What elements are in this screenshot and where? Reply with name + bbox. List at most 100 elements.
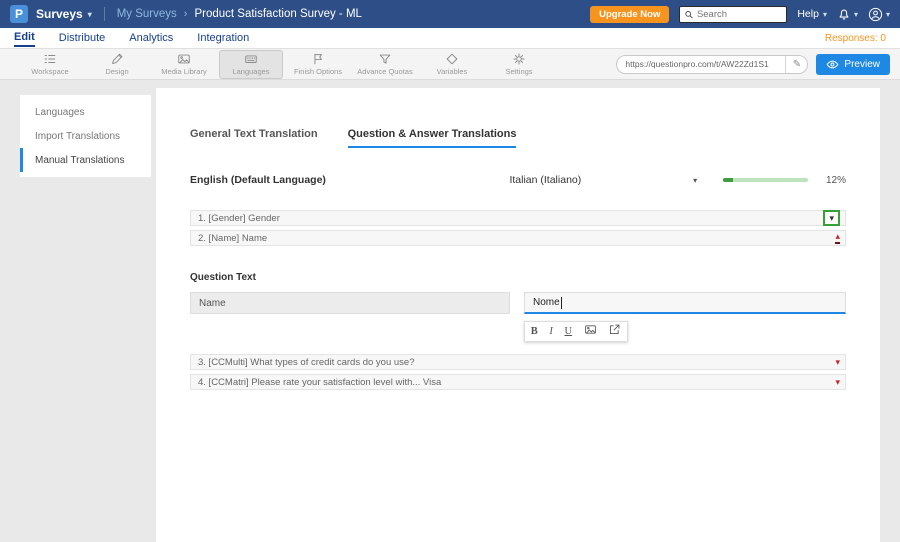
chevron-down-icon: ▾ [822, 9, 827, 19]
question-text-label: Question Text [190, 272, 256, 283]
chevron-down-icon: ▾ [885, 9, 890, 19]
caret-down-icon: ▾ [829, 213, 834, 223]
chevron-down-icon: ▾ [693, 175, 698, 185]
question-label: 2. [Name] Name [198, 232, 268, 244]
question-label: 4. [CCMatri] Please rate your satisfacti… [198, 376, 442, 388]
top-navigation-bar: P Surveys ▾ My Surveys › Product Satisfa… [0, 0, 900, 28]
responses-count: Responses: 0 [824, 32, 886, 44]
external-link-icon [610, 324, 620, 334]
target-text-input[interactable]: Nome [524, 292, 846, 314]
pencil-icon: ✎ [792, 58, 802, 70]
tab-edit[interactable]: Edit [14, 29, 35, 47]
tab-distribute[interactable]: Distribute [59, 30, 105, 46]
toolbar-right: ✎ Preview [616, 53, 890, 75]
surveys-menu[interactable]: Surveys ▾ [36, 7, 105, 21]
tab-analytics[interactable]: Analytics [129, 30, 173, 46]
toolbar-item-workspace[interactable]: Workspace [18, 50, 82, 79]
advance-quotas-icon [379, 54, 391, 64]
insert-link-button[interactable] [608, 323, 621, 341]
breadcrumb-separator-icon: › [183, 8, 188, 20]
help-menu[interactable]: Help ▾ [797, 8, 827, 20]
underline-button[interactable]: U [564, 326, 572, 337]
upgrade-now-button[interactable]: Upgrade Now [590, 5, 670, 23]
survey-url-pill: ✎ [616, 54, 809, 74]
caret-up-icon: ▴ [835, 231, 840, 241]
edit-toolbar: Workspace Design Media Library Languages… [0, 49, 900, 80]
translations-sidebar: Languages Import Translations Manual Tra… [20, 95, 151, 177]
toolbar-item-media-library[interactable]: Media Library [152, 50, 216, 79]
collapse-question-button[interactable]: ▴ [835, 232, 840, 244]
section-menu-bar: Edit Distribute Analytics Integration Re… [0, 28, 900, 49]
breadcrumb-my-surveys[interactable]: My Surveys [117, 8, 177, 20]
italic-button[interactable]: I [549, 326, 553, 337]
expand-question-button-focused[interactable]: ▾ [823, 210, 840, 226]
settings-gear-icon [513, 53, 525, 65]
breadcrumb-current-survey: Product Satisfaction Survey - ML [194, 8, 362, 20]
search-icon [685, 10, 694, 18]
toolbar-item-variables[interactable]: Variables [420, 50, 484, 79]
workspace-icon [44, 55, 56, 63]
caret-down-icon: ▾ [835, 376, 840, 387]
toolbar-item-advance-quotas[interactable]: Advance Quotas [353, 50, 417, 79]
question-label: 3. [CCMulti] What types of credit cards … [198, 356, 415, 368]
chevron-down-icon: ▾ [853, 9, 858, 19]
translation-input-row: Name Nome [190, 292, 846, 314]
sidebar-item-import-translations[interactable]: Import Translations [20, 124, 151, 148]
search-input[interactable] [696, 8, 783, 20]
preview-button[interactable]: Preview [816, 53, 890, 75]
image-icon [584, 324, 596, 334]
help-label: Help [797, 8, 819, 20]
translation-progress-fill [723, 178, 734, 182]
tab-general-text-translation[interactable]: General Text Translation [190, 128, 318, 148]
toolbar-item-finish-options[interactable]: Finish Options [286, 50, 350, 79]
source-language-label: English (Default Language) [190, 174, 326, 186]
text-cursor [560, 296, 562, 309]
breadcrumb: My Surveys › Product Satisfaction Survey… [117, 8, 362, 20]
target-text-value: Nome [533, 297, 560, 308]
toolbar-item-design[interactable]: Design [85, 50, 149, 79]
insert-image-button[interactable] [584, 323, 597, 341]
translation-progress-percent: 12% [825, 174, 846, 186]
sidebar-item-manual-translations[interactable]: Manual Translations [20, 148, 151, 172]
user-avatar-icon [868, 7, 883, 21]
toolbar-items: Workspace Design Media Library Languages… [18, 49, 551, 79]
question-row-1[interactable]: 1. [Gender] Gender ▾ [190, 210, 846, 226]
media-library-icon [178, 54, 190, 64]
question-row-3[interactable]: 3. [CCMulti] What types of credit cards … [190, 354, 846, 370]
tab-question-answer-translations[interactable]: Question & Answer Translations [347, 128, 517, 148]
source-text-input: Name [190, 292, 510, 314]
sidebar-item-languages[interactable]: Languages [20, 100, 151, 124]
questionpro-logo: P [10, 5, 28, 23]
bold-button[interactable]: B [531, 326, 538, 337]
languages-icon [245, 55, 257, 63]
surveys-menu-label: Surveys [36, 7, 83, 21]
toolbar-item-settings[interactable]: Settings [487, 50, 551, 79]
bell-icon [839, 9, 849, 20]
translation-tabs: General Text Translation Question & Answ… [190, 128, 846, 148]
notifications-button[interactable]: ▾ [837, 7, 858, 21]
target-language-label: Italian (Italiano) [509, 174, 582, 186]
question-row-2[interactable]: 2. [Name] Name ▴ [190, 230, 846, 246]
variables-icon [446, 53, 458, 65]
question-label: 1. [Gender] Gender [198, 212, 280, 224]
question-list: 1. [Gender] Gender ▾ 2. [Name] Name ▴ Qu… [190, 210, 846, 390]
target-language-dropdown[interactable]: Italian (Italiano) ▾ [509, 174, 697, 186]
toolbar-item-languages[interactable]: Languages [219, 49, 283, 79]
question-row-4[interactable]: 4. [CCMatri] Please rate your satisfacti… [190, 374, 846, 390]
expand-question-button[interactable]: ▾ [835, 376, 840, 387]
expand-question-button[interactable]: ▾ [835, 356, 840, 367]
chevron-down-icon: ▾ [87, 9, 92, 19]
eye-icon [827, 60, 839, 68]
formatting-toolbar: B I U [524, 321, 628, 342]
translation-progress-bar [723, 178, 808, 182]
manual-translations-panel: General Text Translation Question & Answ… [156, 88, 880, 542]
logo-letter: P [14, 7, 23, 21]
design-icon [112, 53, 123, 65]
edit-url-button[interactable]: ✎ [785, 55, 808, 73]
translation-editor: Question Text Name Nome B I U [190, 250, 846, 354]
account-menu[interactable]: ▾ [868, 7, 890, 22]
tab-integration[interactable]: Integration [197, 30, 249, 46]
survey-url-input[interactable] [617, 59, 786, 69]
topbar-actions: Upgrade Now Help ▾ ▾ ▾ [590, 5, 890, 23]
caret-down-icon: ▾ [835, 356, 840, 367]
